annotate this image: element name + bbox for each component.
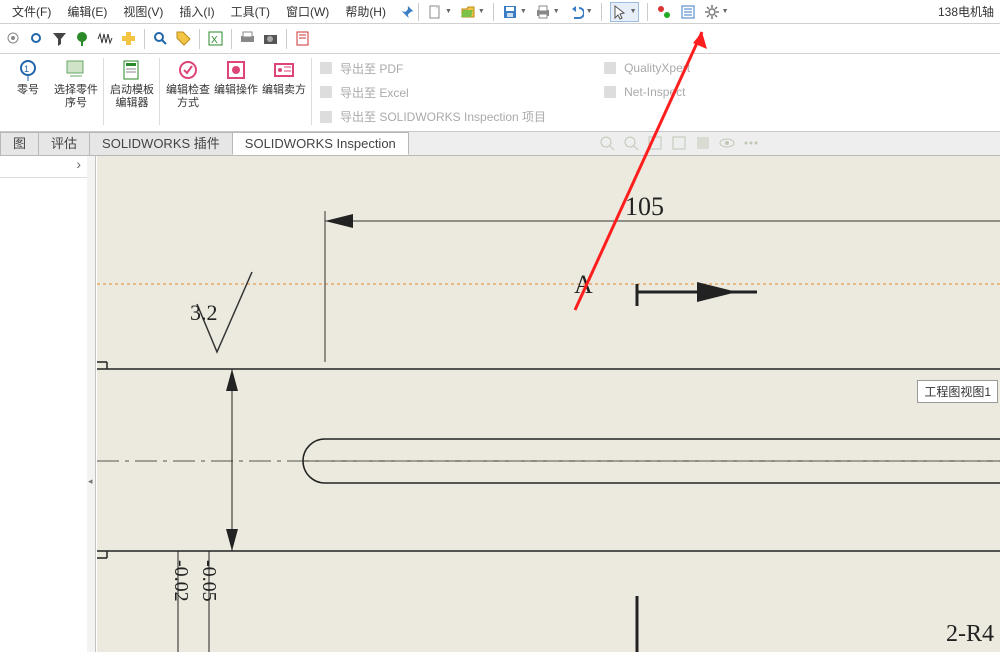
tab-strip: 图 评估 SOLIDWORKS 插件 SOLIDWORKS Inspection <box>0 132 1000 156</box>
print-button[interactable]: ▼ <box>535 4 560 20</box>
separator <box>601 3 602 21</box>
tab-inspection[interactable]: SOLIDWORKS Inspection <box>232 132 409 155</box>
part-number-button[interactable]: 1 零号 <box>4 58 52 97</box>
new-button[interactable]: ▼ <box>427 4 452 20</box>
qualityxpert-button[interactable]: QualityXpert <box>602 57 690 79</box>
edit-inspection-button[interactable]: 编辑检查方式 <box>164 58 212 110</box>
settings-button[interactable]: ▼ <box>704 4 729 20</box>
options-list-button[interactable] <box>680 4 696 20</box>
label: 编辑卖方 <box>262 84 306 97</box>
plus-icon[interactable] <box>120 30 137 47</box>
tab-evaluate[interactable]: 评估 <box>38 132 90 155</box>
menu-bar: 文件(F) 编辑(E) 视图(V) 插入(I) 工具(T) 窗口(W) 帮助(H… <box>0 0 1000 24</box>
camera-icon[interactable] <box>262 30 279 47</box>
feature-tree-panel <box>0 156 88 652</box>
waveform-icon[interactable] <box>97 30 114 47</box>
separator <box>199 29 200 49</box>
display-style-icon[interactable] <box>694 134 712 152</box>
ribbon-group-balloon: 1 零号 选择零件序号 <box>0 54 104 131</box>
tab-plugins[interactable]: SOLIDWORKS 插件 <box>89 132 233 155</box>
label: 导出至 SOLIDWORKS Inspection 项目 <box>340 108 546 125</box>
menu-window[interactable]: 窗口(W) <box>278 0 337 24</box>
menu-view[interactable]: 视图(V) <box>115 0 171 24</box>
ribbon-ext-group: QualityXpert Net-Inspect . <box>552 54 696 131</box>
ribbon-export-group: 导出至 PDF 导出至 Excel 导出至 SOLIDWORKS Inspect… <box>312 54 552 131</box>
pin-icon[interactable] <box>400 5 414 19</box>
label: 零号 <box>17 84 39 97</box>
separator <box>418 3 419 21</box>
filter-icon[interactable] <box>51 30 68 47</box>
view-orient-icon[interactable] <box>670 134 688 152</box>
magnifier-icon[interactable] <box>152 30 169 47</box>
svg-text:1: 1 <box>24 64 29 74</box>
separator <box>231 29 232 49</box>
tolerance-1: -0.02 <box>169 560 192 602</box>
ribbon: 1 零号 选择零件序号 启动模板编辑器 编辑检查方式 编辑操作 编辑卖方 <box>0 54 1000 132</box>
template-editor-button[interactable]: 启动模板编辑器 <box>108 58 156 110</box>
hide-show-icon[interactable] <box>718 134 736 152</box>
export-solidworks-button[interactable]: 导出至 SOLIDWORKS Inspection 项目 <box>318 106 546 128</box>
zoom-fit-icon[interactable] <box>598 134 616 152</box>
label: QualityXpert <box>624 61 690 75</box>
pan-icon[interactable] <box>646 134 664 152</box>
tag-icon[interactable] <box>175 30 192 47</box>
tolerance-2: -0.05 <box>197 560 220 602</box>
label: Net-Inspect <box>624 85 685 99</box>
separator <box>144 29 145 49</box>
section-label-a: A <box>574 270 593 300</box>
tab-drawing[interactable]: 图 <box>0 132 39 155</box>
select-button[interactable]: ▼ <box>610 2 639 22</box>
ribbon-group-template: 启动模板编辑器 <box>104 54 160 131</box>
drawing-canvas[interactable]: 105 A 3.2 -0.02 -0.05 2-R4 工程图视图1 <box>97 156 1000 652</box>
edit-operation-button[interactable]: 编辑操作 <box>212 58 260 97</box>
label: 编辑检查方式 <box>164 84 212 110</box>
menu-insert[interactable]: 插入(I) <box>171 0 222 24</box>
balloon-marker-icon[interactable] <box>74 30 91 47</box>
secondary-toolbar: X <box>0 24 1000 54</box>
export-pdf-button[interactable]: 导出至 PDF <box>318 57 546 79</box>
document-name: 138电机轴 <box>938 3 1000 20</box>
edit-vendor-button[interactable]: 编辑卖方 <box>260 58 308 97</box>
export-excel-button[interactable]: 导出至 Excel <box>318 81 546 103</box>
print-icon[interactable] <box>239 30 256 47</box>
surface-finish-value: 3.2 <box>190 300 218 326</box>
drawing-view-label: 工程图视图1 <box>917 380 998 403</box>
separator <box>286 29 287 49</box>
menu-help[interactable]: 帮助(H) <box>337 0 394 24</box>
more-icon[interactable] <box>742 134 760 152</box>
label: 导出至 Excel <box>340 84 409 101</box>
balloon-settings-icon[interactable] <box>5 30 22 47</box>
panel-expand-button[interactable] <box>0 156 87 178</box>
separator <box>647 3 648 21</box>
panel-collapse-handle[interactable] <box>87 156 96 652</box>
menu-edit[interactable]: 编辑(E) <box>59 0 115 24</box>
label: 导出至 PDF <box>340 60 403 77</box>
select-part-number-button[interactable]: 选择零件序号 <box>52 58 100 110</box>
undo-button[interactable]: ▼ <box>568 4 593 20</box>
gear-icon[interactable] <box>28 30 45 47</box>
menu-file[interactable]: 文件(F) <box>4 0 59 24</box>
view-toolbar <box>598 134 760 152</box>
open-button[interactable]: ▼ <box>460 4 485 20</box>
netinspect-button[interactable]: Net-Inspect <box>602 81 690 103</box>
ribbon-group-edit: 编辑检查方式 编辑操作 编辑卖方 <box>160 54 312 131</box>
dimension-105: 105 <box>625 192 664 222</box>
excel-icon[interactable]: X <box>207 30 224 47</box>
separator <box>493 3 494 21</box>
save-button[interactable]: ▼ <box>502 4 527 20</box>
label: 编辑操作 <box>214 84 258 97</box>
rebuild-button[interactable] <box>656 4 672 20</box>
report-icon[interactable] <box>294 30 311 47</box>
zoom-area-icon[interactable] <box>622 134 640 152</box>
label: 选择零件序号 <box>52 84 100 110</box>
note-2r4: 2-R4 <box>946 621 994 648</box>
svg-text:X: X <box>211 35 218 46</box>
label: 启动模板编辑器 <box>108 84 156 110</box>
menu-tools[interactable]: 工具(T) <box>223 0 278 24</box>
